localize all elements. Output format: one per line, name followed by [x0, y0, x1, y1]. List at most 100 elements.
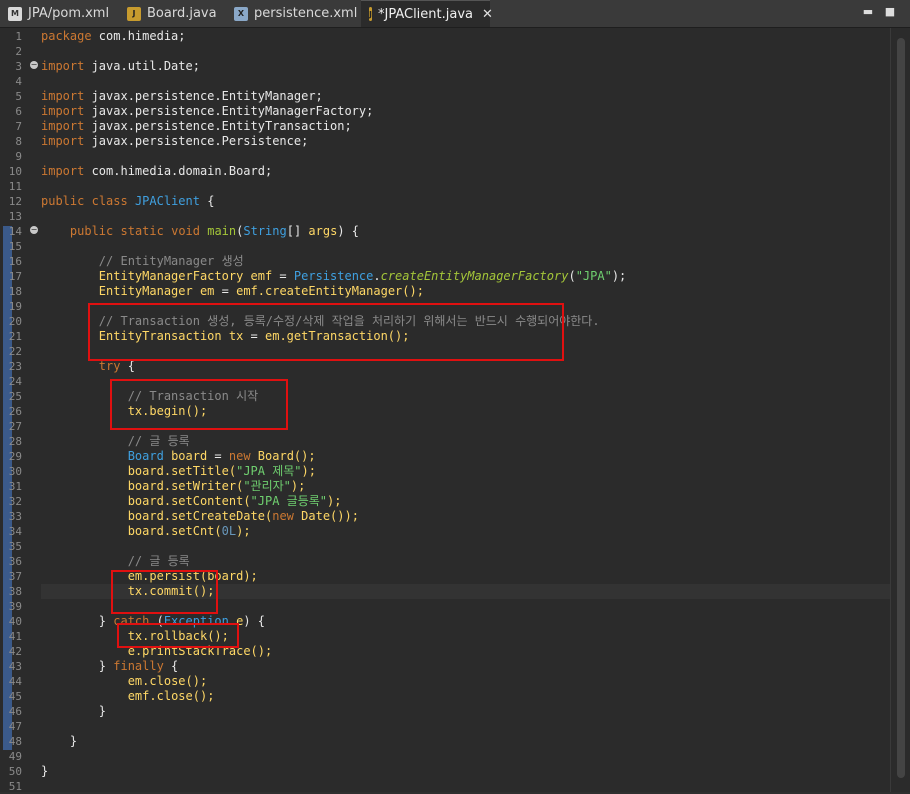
code-line: board.setContent("JPA 글등록");: [127, 494, 342, 508]
line-number: 33: [8, 510, 22, 523]
line-number: 40: [8, 615, 22, 628]
line-number: 48: [8, 735, 22, 748]
fold-collapse-icon[interactable]: −: [30, 226, 38, 234]
tab-board-java[interactable]: J Board.java: [119, 0, 224, 27]
code-line: import javax.persistence.EntityManagerFa…: [41, 104, 374, 118]
line-number: 34: [8, 525, 22, 538]
line-number: 24: [8, 375, 22, 388]
code-line: Board board = new Board();: [127, 449, 316, 463]
code-line: }: [98, 704, 107, 718]
tab-jpaclient-java[interactable]: J *JPAClient.java ✕: [361, 0, 493, 27]
code-line: package com.himedia;: [41, 29, 186, 43]
code-line: public static void main(String[] args) {: [69, 224, 360, 238]
close-icon[interactable]: ✕: [482, 7, 493, 22]
line-number: 14: [8, 225, 22, 238]
code-line: } finally {: [98, 659, 179, 673]
line-number: 28: [8, 435, 22, 448]
line-number: 49: [8, 750, 22, 763]
line-number: 10: [8, 165, 22, 178]
line-number: 11: [8, 180, 22, 193]
line-number: 47: [8, 720, 22, 733]
highlight-box-transaction-create: [88, 303, 564, 361]
line-number: 6: [15, 105, 22, 118]
line-number: 15: [8, 240, 22, 253]
line-number: 9: [15, 150, 22, 163]
line-number: 26: [8, 405, 22, 418]
line-number: 1: [15, 30, 22, 43]
line-number: 7: [15, 120, 22, 133]
tab-persistence-xml[interactable]: X persistence.xml: [226, 0, 360, 27]
editor-tab-bar: M JPA/pom.xml J Board.java X persistence…: [0, 0, 910, 28]
line-number: 29: [8, 450, 22, 463]
line-number: 32: [8, 495, 22, 508]
line-number: 39: [8, 600, 22, 613]
line-number: 35: [8, 540, 22, 553]
code-line: EntityManagerFactory emf = Persistence.c…: [98, 269, 627, 283]
line-number: 8: [15, 135, 22, 148]
maven-file-icon: M: [8, 6, 22, 21]
highlight-box-rollback: [117, 623, 239, 648]
line-number: 17: [8, 270, 22, 283]
code-comment: // 글 등록: [127, 554, 190, 568]
line-number: 25: [8, 390, 22, 403]
code-line: try {: [98, 359, 135, 373]
code-line: board.setWriter("관리자");: [127, 479, 306, 493]
code-editor[interactable]: 1 2 3 4 5 6 7 8 9 10 11 12 13 14 15 16 17 18 19 20 21 22 23 24 2…: [0, 28, 910, 793]
line-number: 3: [15, 60, 22, 73]
line-number: 36: [8, 555, 22, 568]
line-number: 38: [8, 585, 22, 598]
line-number: 27: [8, 420, 22, 433]
code-line: import javax.persistence.EntityTransacti…: [41, 119, 352, 133]
code-line: board.setTitle("JPA 제목");: [127, 464, 316, 478]
line-number: 20: [8, 315, 22, 328]
line-number: 37: [8, 570, 22, 583]
line-number: 18: [8, 285, 22, 298]
line-number: 43: [8, 660, 22, 673]
line-number: 45: [8, 690, 22, 703]
tab-label: persistence.xml: [254, 6, 358, 21]
line-number: 44: [8, 675, 22, 688]
tab-label: Board.java: [147, 6, 217, 21]
fold-collapse-icon[interactable]: −: [30, 61, 38, 69]
code-line: import com.himedia.domain.Board;: [41, 164, 273, 178]
line-number: 12: [8, 195, 22, 208]
code-comment: // EntityManager 생성: [98, 254, 244, 268]
code-line: import javax.persistence.EntityManager;: [41, 89, 323, 103]
line-number-gutter: 1 2 3 4 5 6 7 8 9 10 11 12 13 14 15 16 17 18 19 20 21 22 23 24 2…: [0, 28, 30, 793]
xml-file-icon: X: [234, 6, 248, 21]
line-number: 30: [8, 465, 22, 478]
code-line: }: [41, 764, 49, 778]
line-number: 2: [15, 45, 22, 58]
code-line: import java.util.Date;: [41, 59, 200, 73]
line-number: 5: [15, 90, 22, 103]
vertical-scrollbar[interactable]: [890, 28, 910, 792]
code-line: em.close();: [127, 674, 208, 688]
line-number: 50: [8, 765, 22, 778]
code-comment: // 글 등록: [127, 434, 190, 448]
tab-pom-xml[interactable]: M JPA/pom.xml: [0, 0, 112, 27]
java-file-icon: J: [127, 6, 141, 21]
line-number: 22: [8, 345, 22, 358]
code-line: EntityManager em = emf.createEntityManag…: [98, 284, 424, 298]
line-number: 41: [8, 630, 22, 643]
java-file-icon: J: [369, 7, 372, 21]
tab-label: *JPAClient.java: [377, 6, 473, 22]
line-number: 31: [8, 480, 22, 493]
minimize-icon[interactable]: ▬: [862, 6, 874, 18]
tab-label: JPA/pom.xml: [28, 6, 110, 21]
code-line: emf.close();: [127, 689, 215, 703]
code-line: import javax.persistence.Persistence;: [41, 134, 309, 148]
line-number: 21: [8, 330, 22, 343]
code-line: board.setCnt(0L);: [127, 524, 251, 538]
code-line: }: [69, 734, 78, 748]
line-number: 23: [8, 360, 22, 373]
highlight-box-commit: [111, 570, 218, 614]
scrollbar-thumb[interactable]: [897, 38, 905, 778]
maximize-icon[interactable]: ■: [884, 6, 896, 18]
line-number: 19: [8, 300, 22, 313]
line-number: 13: [8, 210, 22, 223]
line-number: 16: [8, 255, 22, 268]
line-number: 46: [8, 705, 22, 718]
code-line: board.setCreateDate(new Date());: [127, 509, 359, 523]
code-line: public class JPAClient {: [41, 194, 215, 208]
